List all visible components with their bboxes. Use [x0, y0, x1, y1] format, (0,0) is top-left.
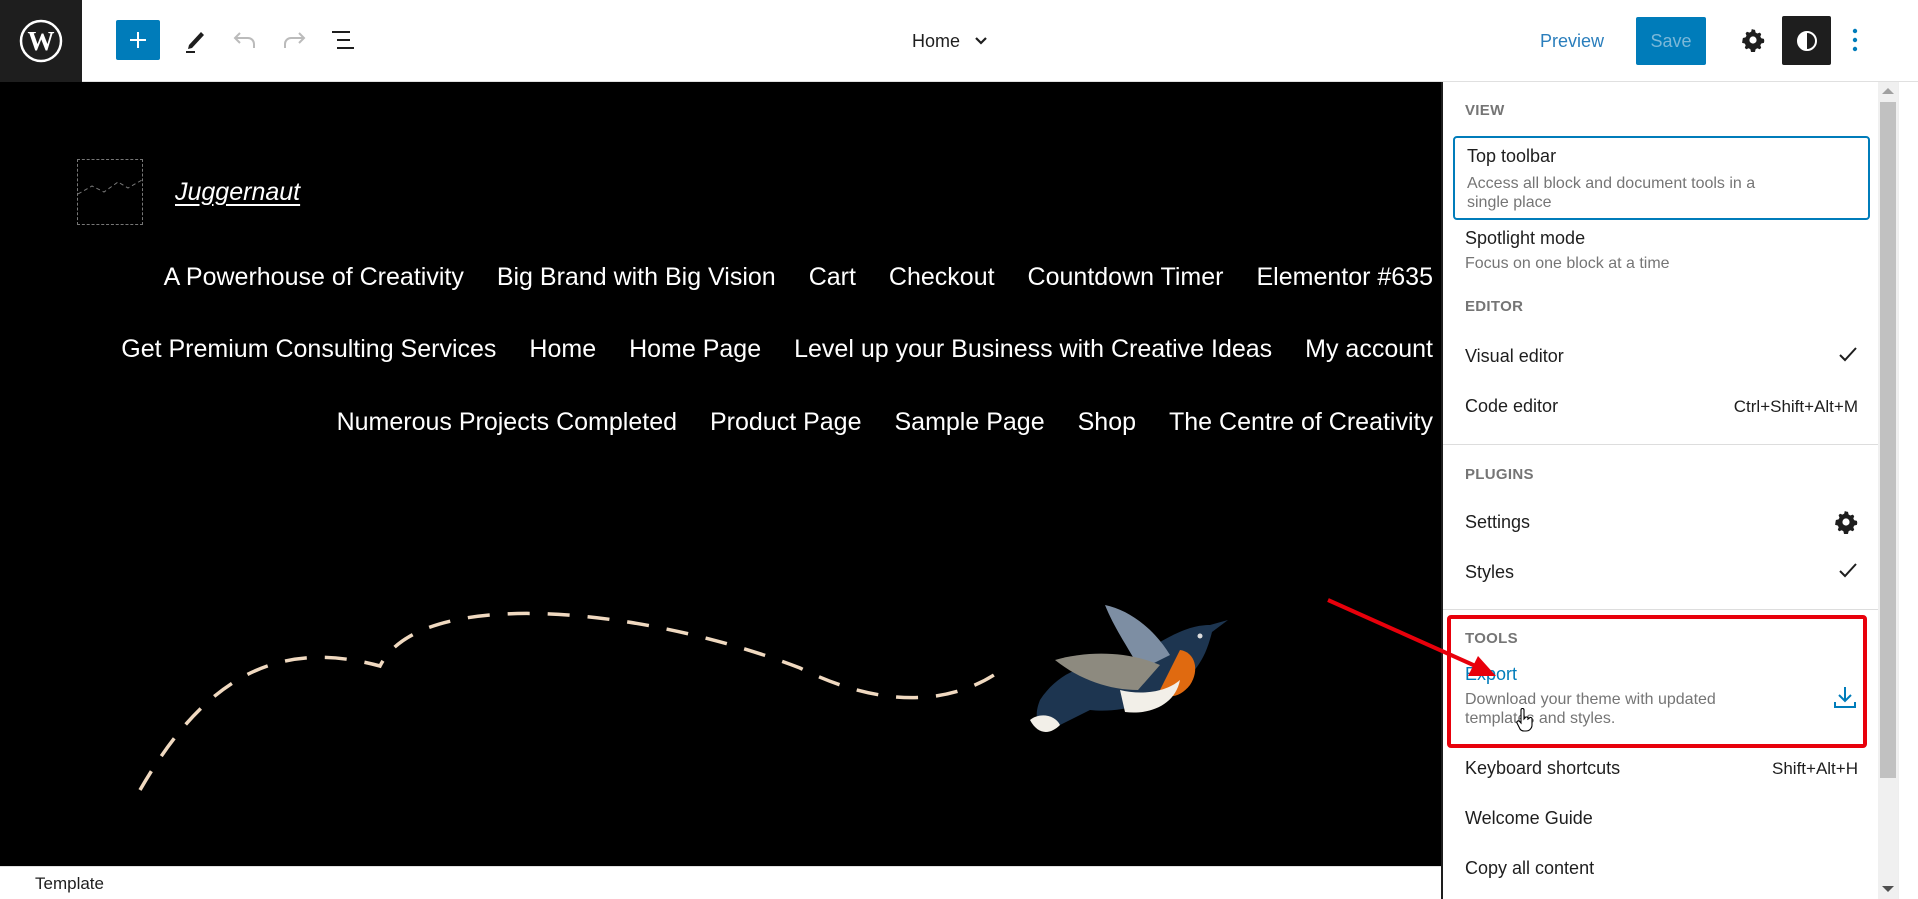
- checkmark-icon: [1839, 563, 1857, 578]
- options-button[interactable]: [1840, 20, 1870, 60]
- vertical-ellipsis-icon: [1852, 28, 1858, 52]
- menu-item-description: Focus on one block at a time: [1465, 255, 1670, 272]
- nav-link[interactable]: Shop: [1078, 408, 1136, 437]
- menu-item-label: Welcome Guide: [1465, 808, 1593, 828]
- nav-link[interactable]: Countdown Timer: [1028, 263, 1224, 292]
- navigation-row: Numerous Projects Completed Product Page…: [304, 408, 1433, 437]
- menu-group-label-view: VIEW: [1465, 102, 1505, 119]
- settings-button[interactable]: [1733, 20, 1773, 60]
- editor-canvas[interactable]: Juggernaut A Powerhouse of Creativity Bi…: [0, 82, 1441, 866]
- menu-group-label-plugins: PLUGINS: [1465, 466, 1534, 483]
- menu-item-code-editor[interactable]: Code editor Ctrl+Shift+Alt+M: [1453, 382, 1870, 426]
- wordpress-logo-button[interactable]: W: [0, 0, 82, 82]
- nav-link[interactable]: A Powerhouse of Creativity: [164, 263, 464, 292]
- description-line: templates and styles.: [1465, 710, 1616, 727]
- menu-separator: [1443, 444, 1878, 445]
- preview-button[interactable]: Preview: [1540, 22, 1604, 60]
- gear-icon: [1835, 511, 1858, 534]
- scrollbar-thumb[interactable]: [1880, 102, 1896, 778]
- flying-bird-icon: [1030, 605, 1228, 732]
- menu-group-label-tools: TOOLS: [1465, 630, 1518, 647]
- redo-icon: [284, 32, 306, 48]
- checkmark-icon: [1839, 347, 1857, 362]
- site-title[interactable]: Juggernaut: [175, 178, 300, 207]
- nav-link[interactable]: Numerous Projects Completed: [337, 408, 677, 437]
- nav-link[interactable]: Product Page: [710, 408, 862, 437]
- menu-item-copy-all-content[interactable]: Copy all content: [1453, 848, 1870, 892]
- keyboard-shortcut: Shift+Alt+H: [1772, 759, 1858, 778]
- document-title-dropdown[interactable]: Home: [912, 22, 988, 60]
- list-view-icon: [332, 31, 354, 49]
- description-line: Access all block and document tools in a: [1467, 175, 1756, 192]
- menu-item-label: Settings: [1465, 512, 1531, 532]
- half-circle-contrast-icon: [1796, 30, 1817, 51]
- nav-link[interactable]: Get Premium Consulting Services: [121, 335, 496, 364]
- menu-item-visual-editor[interactable]: Visual editor: [1453, 332, 1870, 376]
- menu-item-label: Keyboard shortcuts: [1465, 758, 1621, 778]
- nav-link[interactable]: Sample Page: [895, 408, 1045, 437]
- hand-cursor-icon: [1516, 708, 1533, 732]
- nav-link[interactable]: The Centre of Creativity: [1169, 408, 1433, 437]
- description-line: Download your theme with updated: [1465, 691, 1716, 708]
- description-line: single place: [1467, 194, 1552, 211]
- nav-link[interactable]: Home Page: [629, 335, 761, 364]
- editor-footer: Template: [0, 866, 1441, 899]
- scroll-down-arrow-icon[interactable]: [1882, 886, 1894, 892]
- svg-text:W: W: [28, 26, 55, 56]
- menu-item-label: Code editor: [1465, 396, 1559, 416]
- image-placeholder-icon: [77, 179, 143, 195]
- scroll-up-arrow-icon[interactable]: [1882, 88, 1894, 94]
- nav-link[interactable]: Cart: [809, 263, 856, 292]
- styles-button[interactable]: [1782, 16, 1831, 65]
- nav-link[interactable]: My account: [1305, 335, 1433, 364]
- menu-item-description: Access all block and document tools in a…: [1467, 174, 1797, 212]
- menu-group-label-editor: EDITOR: [1465, 298, 1524, 315]
- breadcrumb-template[interactable]: Template: [35, 874, 104, 894]
- nav-link[interactable]: Elementor #635: [1256, 263, 1433, 292]
- undo-icon: [233, 32, 255, 48]
- menu-item-welcome-guide[interactable]: Welcome Guide: [1453, 798, 1870, 842]
- add-block-button[interactable]: [116, 20, 160, 60]
- navigation-row: A Powerhouse of Creativity Big Brand wit…: [131, 263, 1433, 292]
- menu-separator: [1443, 609, 1878, 610]
- menu-item-label: Top toolbar: [1467, 146, 1557, 166]
- chevron-down-icon: [975, 37, 987, 45]
- options-menu: VIEW Top toolbar Access all block and do…: [1441, 82, 1878, 899]
- editor-header: W Home Preview Save: [0, 0, 1918, 82]
- site-logo-placeholder[interactable]: [77, 159, 143, 225]
- save-button[interactable]: Save: [1636, 17, 1706, 65]
- menu-item-label: Styles: [1465, 562, 1515, 582]
- download-icon: [1834, 687, 1856, 708]
- sidebar-edge: [1898, 82, 1918, 899]
- redo-button[interactable]: [274, 20, 314, 60]
- menu-item-spotlight-mode[interactable]: Spotlight mode Focus on one block at a t…: [1453, 222, 1870, 276]
- nav-link[interactable]: Checkout: [889, 263, 995, 292]
- menu-item-label: Copy all content: [1465, 858, 1595, 878]
- navigation-row: Get Premium Consulting Services Home Hom…: [88, 335, 1433, 364]
- menu-item-styles[interactable]: Styles: [1453, 548, 1870, 592]
- nav-link[interactable]: Level up your Business with Creative Ide…: [794, 335, 1272, 364]
- menu-item-label: Visual editor: [1465, 346, 1564, 366]
- menu-item-top-toolbar[interactable]: Top toolbar Access all block and documen…: [1453, 136, 1870, 220]
- undo-button[interactable]: [225, 20, 265, 60]
- plus-icon: [130, 32, 146, 48]
- menu-item-label: Spotlight mode: [1465, 228, 1586, 248]
- gear-icon: [1742, 29, 1765, 52]
- nav-link[interactable]: Home: [529, 335, 596, 364]
- pencil-icon: [186, 32, 204, 53]
- dashed-flight-trail: [138, 611, 1002, 791]
- nav-link[interactable]: Big Brand with Big Vision: [497, 263, 776, 292]
- menu-item-description: Download your theme with updated templat…: [1465, 690, 1795, 728]
- wordpress-logo-icon: W: [19, 19, 63, 63]
- menu-scrollbar[interactable]: [1878, 82, 1898, 899]
- tools-button[interactable]: [176, 20, 216, 60]
- menu-item-label: Export: [1465, 664, 1518, 684]
- menu-item-settings[interactable]: Settings: [1453, 498, 1870, 542]
- list-view-button[interactable]: [323, 20, 363, 60]
- document-title: Home: [912, 30, 961, 51]
- keyboard-shortcut: Ctrl+Shift+Alt+M: [1733, 397, 1858, 416]
- menu-item-keyboard-shortcuts[interactable]: Keyboard shortcuts Shift+Alt+H: [1453, 748, 1870, 792]
